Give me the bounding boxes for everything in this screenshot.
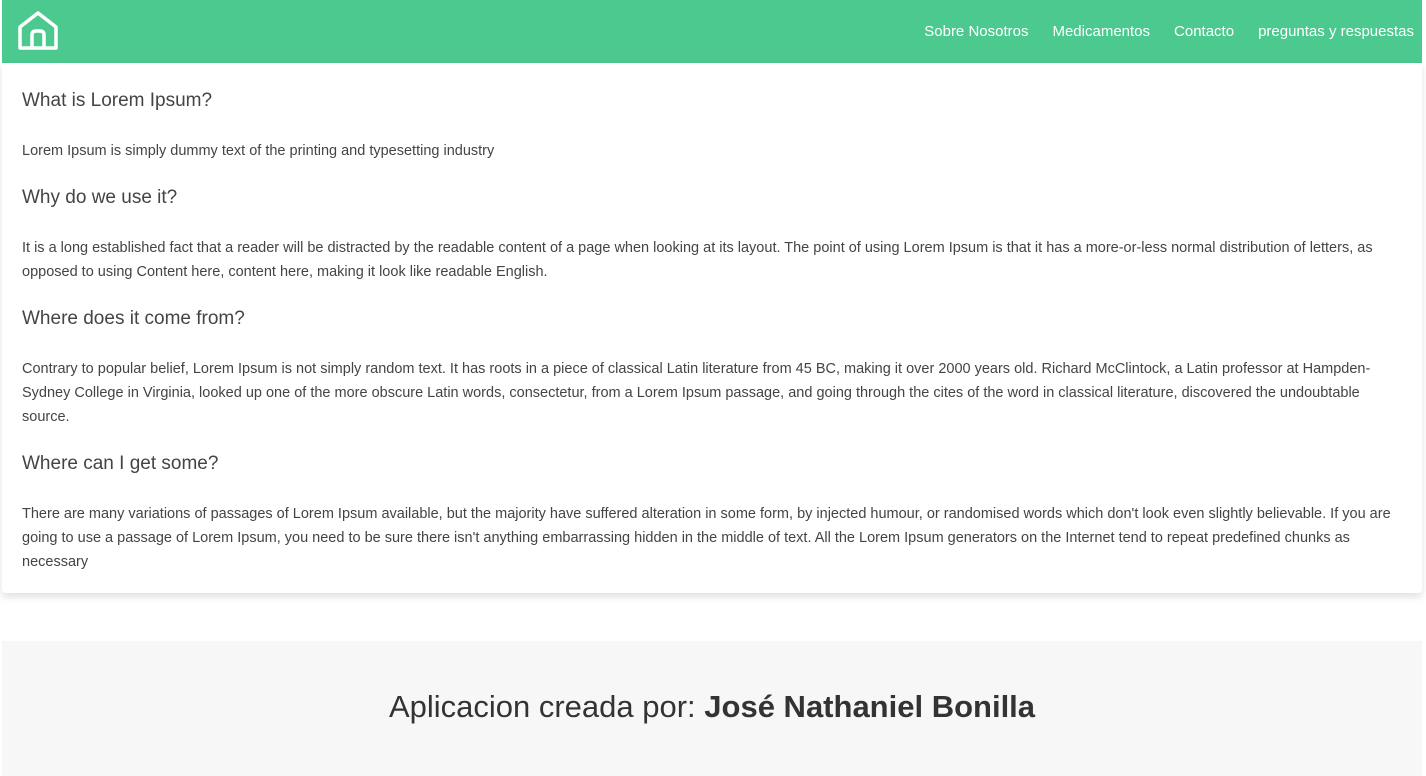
footer-credit: Aplicacion creada por: José Nathaniel Bo… — [2, 689, 1422, 725]
home-icon — [18, 11, 58, 50]
footer: Aplicacion creada por: José Nathaniel Bo… — [2, 641, 1422, 776]
nav-links: Sobre Nosotros Medicamentos Contacto pre… — [900, 0, 1414, 63]
section-text-where-get: There are many variations of passages of… — [22, 506, 1391, 570]
section-text-where-from: Contrary to popular belief, Lorem Ipsum … — [22, 361, 1371, 425]
navbar: Sobre Nosotros Medicamentos Contacto pre… — [2, 0, 1422, 63]
section-title-where-from: Where does it come from? — [22, 308, 245, 329]
footer-author: José Nathaniel Bonilla — [704, 689, 1036, 724]
section-title-what: What is Lorem Ipsum? — [22, 90, 213, 111]
section-text-what: Lorem Ipsum is simply dummy text of the … — [22, 143, 495, 159]
section-title-why: Why do we use it? — [22, 187, 178, 208]
section-text-why: It is a long established fact that a rea… — [22, 240, 1373, 280]
home-button[interactable] — [16, 8, 60, 52]
section-title-where-get: Where can I get some? — [22, 453, 219, 474]
content-card: What is Lorem Ipsum? Lorem Ipsum is simp… — [2, 63, 1422, 593]
nav-link-medicamentos[interactable]: Medicamentos — [1052, 23, 1150, 40]
nav-link-contacto[interactable]: Contacto — [1174, 23, 1234, 40]
nav-link-preguntas-y-respuestas[interactable]: preguntas y respuestas — [1258, 23, 1414, 40]
nav-link-sobre-nosotros[interactable]: Sobre Nosotros — [924, 23, 1028, 40]
footer-prefix: Aplicacion creada por: — [388, 689, 705, 724]
